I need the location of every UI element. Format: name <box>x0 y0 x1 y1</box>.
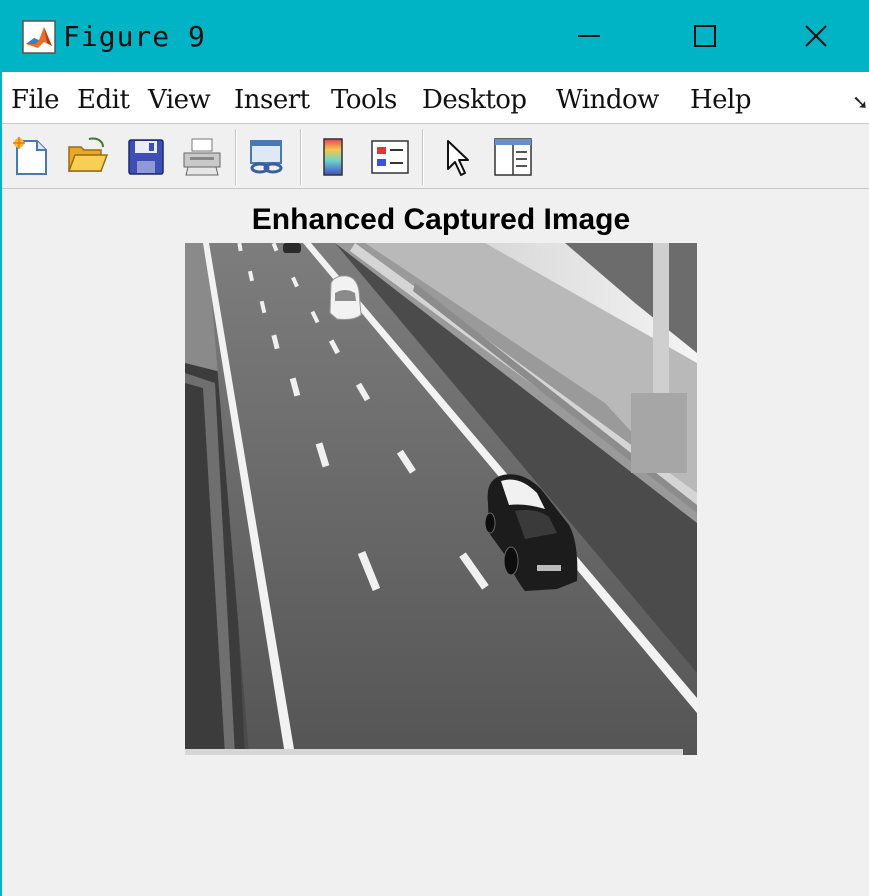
property-inspector-icon[interactable] <box>491 135 535 179</box>
menu-help[interactable]: Help <box>690 84 752 116</box>
minimize-button[interactable] <box>530 0 648 72</box>
new-figure-icon[interactable] <box>10 135 54 179</box>
edit-plot-arrow-icon[interactable] <box>436 135 480 179</box>
print-icon[interactable] <box>180 135 224 179</box>
highway-image <box>185 243 697 755</box>
figure-title: Enhanced Captured Image <box>251 203 631 236</box>
link-plot-icon[interactable] <box>245 135 289 179</box>
menu-desktop[interactable]: Desktop <box>422 84 527 116</box>
toolbar-overflow-arrow-icon[interactable]: ➘ <box>852 90 869 114</box>
figure-toolbar <box>2 125 869 189</box>
colorbar-icon[interactable] <box>312 135 356 179</box>
menu-insert[interactable]: Insert <box>234 84 310 116</box>
save-icon[interactable] <box>124 135 168 179</box>
toolbar-separator <box>422 129 424 185</box>
menu-tools[interactable]: Tools <box>331 84 397 116</box>
matlab-logo-icon <box>22 20 56 54</box>
menu-view[interactable]: View <box>148 84 211 116</box>
close-button[interactable] <box>763 0 869 72</box>
menu-bar: File Edit View Insert Tools Desktop Wind… <box>2 72 869 124</box>
maximize-icon <box>694 25 716 47</box>
title-bar: Figure 9 <box>0 0 869 72</box>
white-car <box>329 275 362 320</box>
minimize-icon <box>578 35 600 37</box>
close-icon <box>805 25 827 47</box>
menu-window[interactable]: Window <box>556 84 659 116</box>
menu-file[interactable]: File <box>11 84 60 116</box>
maximize-button[interactable] <box>646 0 764 72</box>
open-file-icon[interactable] <box>65 135 109 179</box>
toolbar-separator <box>235 129 237 185</box>
menu-edit[interactable]: Edit <box>77 84 130 116</box>
image-axes[interactable] <box>185 243 697 755</box>
legend-icon[interactable] <box>368 135 412 179</box>
toolbar-separator <box>300 129 302 185</box>
window-title: Figure 9 <box>63 20 206 53</box>
